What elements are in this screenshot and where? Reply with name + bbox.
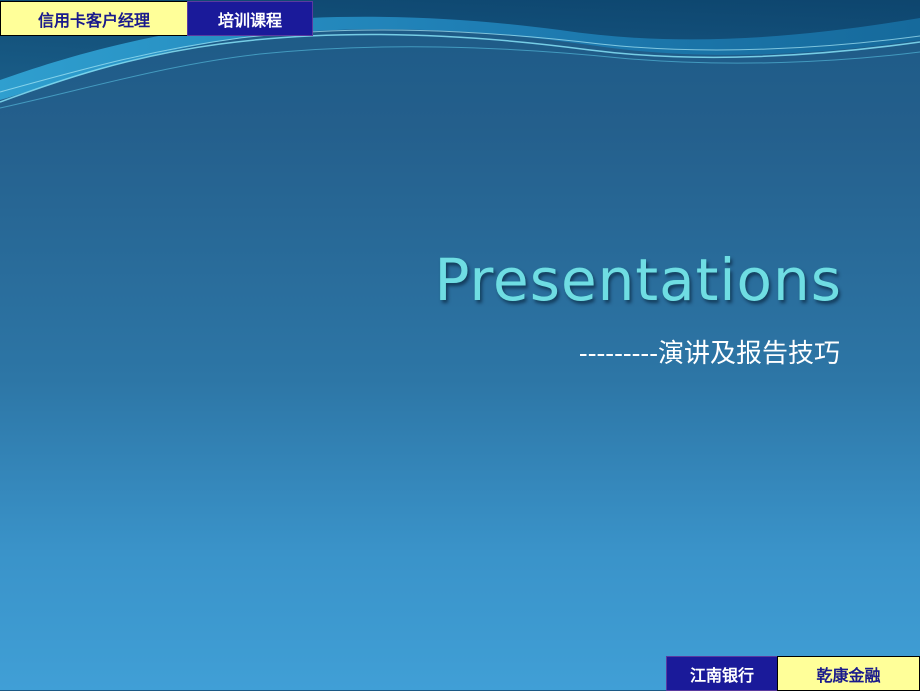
bank-name-tag: 江南银行 <box>666 656 778 691</box>
course-type-tag: 培训课程 <box>187 1 313 36</box>
slide-subtitle: ---------演讲及报告技巧 <box>578 339 840 369</box>
slide-title: Presentations <box>434 246 842 314</box>
course-audience-tag: 信用卡客户经理 <box>0 1 188 36</box>
company-name-tag: 乾康金融 <box>777 656 920 691</box>
